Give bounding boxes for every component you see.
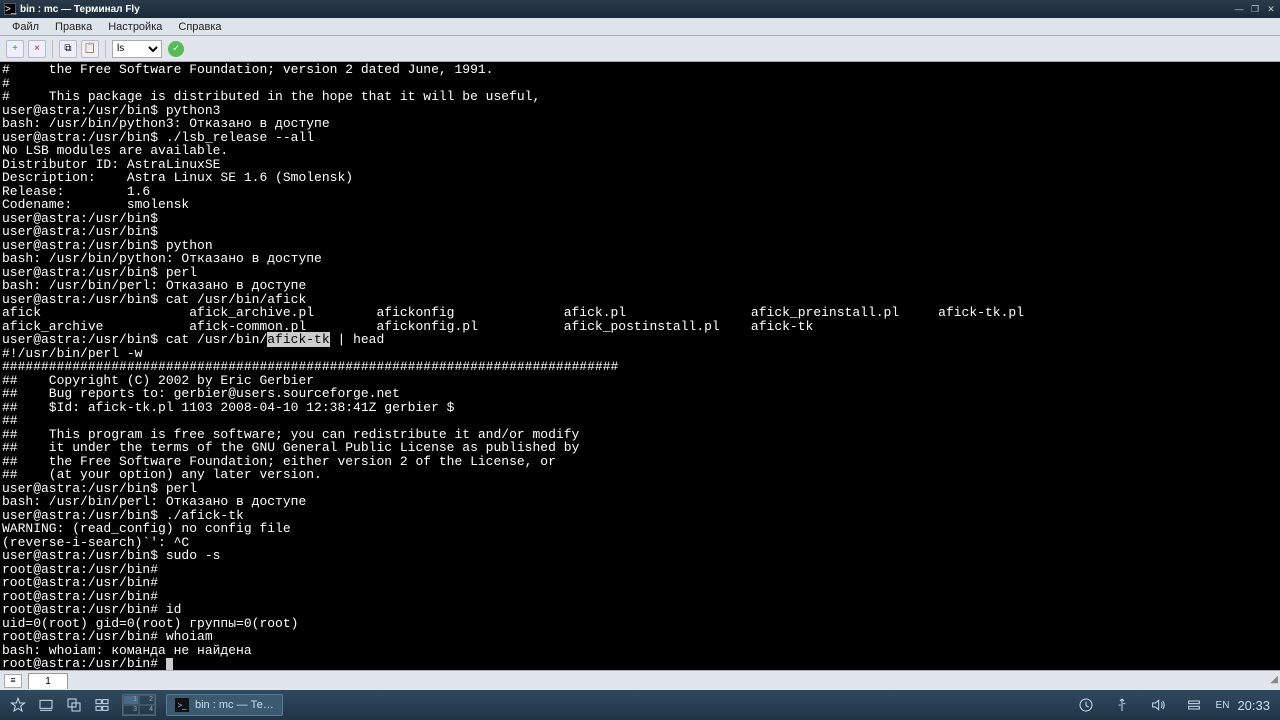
menu-help[interactable]: Справка <box>170 19 229 35</box>
clock[interactable]: 20:33 <box>1237 698 1270 713</box>
terminal-line: ## $Id: afick-tk.pl 1103 2008-04-10 12:3… <box>2 401 1278 415</box>
start-menu-button[interactable] <box>8 695 28 715</box>
terminal-line: root@astra:/usr/bin# <box>2 576 1278 590</box>
cursor <box>166 658 173 670</box>
terminal-line: user@astra:/usr/bin$ ./lsb_release --all <box>2 131 1278 145</box>
window-titlebar: >_ bin : mc — Терминал Fly — ❐ ✕ <box>0 0 1280 18</box>
terminal-line: user@astra:/usr/bin$ <box>2 212 1278 226</box>
terminal-line: Release: 1.6 <box>2 185 1278 199</box>
usb-icon[interactable] <box>1112 695 1132 715</box>
terminal-line: ## (at your option) any later version. <box>2 468 1278 482</box>
terminal-line: # <box>2 77 1278 91</box>
terminal-line: root@astra:/usr/bin# <box>2 590 1278 604</box>
new-connection-button[interactable]: + <box>6 40 24 58</box>
run-button[interactable]: ✓ <box>168 41 184 57</box>
terminal-line: user@astra:/usr/bin$ perl <box>2 482 1278 496</box>
terminal-output[interactable]: # the Free Software Foundation; version … <box>0 62 1280 670</box>
terminal-tab-1[interactable]: 1 <box>28 673 68 689</box>
workspace-2[interactable]: 2 <box>139 695 155 705</box>
terminal-line: Distributor ID: AstraLinuxSE <box>2 158 1278 172</box>
statusbar: ≡ 1 ◢ <box>0 670 1280 690</box>
resize-grip-icon: ◢ <box>1264 674 1278 688</box>
terminal-line: Description: Astra Linux SE 1.6 (Smolens… <box>2 171 1278 185</box>
toolbar: + × ⧉ 📋 ls ✓ <box>0 36 1280 62</box>
menu-settings[interactable]: Настройка <box>100 19 170 35</box>
menu-file[interactable]: Файл <box>4 19 47 35</box>
workspace-3[interactable]: 3 <box>123 705 139 715</box>
terminal-line: user@astra:/usr/bin$ perl <box>2 266 1278 280</box>
terminal-line: root@astra:/usr/bin# whoiam <box>2 630 1278 644</box>
terminal-line: bash: /usr/bin/python: Отказано в доступ… <box>2 252 1278 266</box>
terminal-line: root@astra:/usr/bin# <box>2 563 1278 577</box>
terminal-line: #!/usr/bin/perl -w <box>2 347 1278 361</box>
terminal-line: Codename: smolensk <box>2 198 1278 212</box>
terminal-line: bash: /usr/bin/perl: Отказано в доступе <box>2 495 1278 509</box>
terminal-line: # the Free Software Foundation; version … <box>2 63 1278 77</box>
terminal-line: No LSB modules are available. <box>2 144 1278 158</box>
toolbar-separator <box>105 40 106 58</box>
workspace-1[interactable]: 1 <box>123 695 139 705</box>
window-icon: >_ <box>4 3 16 15</box>
terminal-line: user@astra:/usr/bin$ sudo -s <box>2 549 1278 563</box>
paste-button[interactable]: 📋 <box>81 40 99 58</box>
show-desktop-button[interactable] <box>36 695 56 715</box>
system-tray: EN 20:33 <box>1072 695 1270 715</box>
maximize-button[interactable]: ❐ <box>1250 4 1260 14</box>
copy-button[interactable]: ⧉ <box>59 40 77 58</box>
terminal-line: ## Bug reports to: gerbier@users.sourcef… <box>2 387 1278 401</box>
taskbar-task-terminal[interactable]: >_ bin : mc — Те… <box>166 694 283 716</box>
terminal-line: afick_archive afick-common.pl afickonfig… <box>2 320 1278 334</box>
terminal-line: user@astra:/usr/bin$ ./afick-tk <box>2 509 1278 523</box>
network-icon[interactable] <box>1184 695 1204 715</box>
terminal-icon: >_ <box>175 698 189 712</box>
highlighted-text: afick-tk <box>267 332 329 347</box>
terminal-line: user@astra:/usr/bin$ cat /usr/bin/afick <box>2 293 1278 307</box>
terminal-line: ## it under the terms of the GNU General… <box>2 441 1278 455</box>
volume-icon[interactable] <box>1148 695 1168 715</box>
window-title: bin : mc — Терминал Fly <box>20 4 1234 15</box>
menubar: Файл Правка Настройка Справка <box>0 18 1280 36</box>
workspace-pager[interactable]: 1 2 3 4 <box>122 694 156 716</box>
terminal-line: ## Copyright (C) 2002 by Eric Gerbier <box>2 374 1278 388</box>
terminal-line: user@astra:/usr/bin$ <box>2 225 1278 239</box>
minimize-button[interactable]: — <box>1234 4 1244 14</box>
close-button[interactable]: ✕ <box>1266 4 1276 14</box>
terminal-line: ## <box>2 414 1278 428</box>
terminal-line: bash: /usr/bin/perl: Отказано в доступе <box>2 279 1278 293</box>
command-select[interactable]: ls <box>112 40 162 58</box>
menu-edit[interactable]: Правка <box>47 19 100 35</box>
terminal-line: root@astra:/usr/bin# <box>2 657 1278 670</box>
terminal-line: (reverse-i-search)`': ^C <box>2 536 1278 550</box>
keyboard-layout-indicator[interactable]: EN <box>1216 700 1230 711</box>
workspace-4[interactable]: 4 <box>139 705 155 715</box>
terminal-line: ## the Free Software Foundation; either … <box>2 455 1278 469</box>
terminal-line: # This package is distributed in the hop… <box>2 90 1278 104</box>
terminal-line: user@astra:/usr/bin$ cat /usr/bin/afick-… <box>2 333 1278 347</box>
terminal-line: user@astra:/usr/bin$ python <box>2 239 1278 253</box>
file-manager-button[interactable] <box>92 695 112 715</box>
terminal-line: root@astra:/usr/bin# id <box>2 603 1278 617</box>
taskbar-task-label: bin : mc — Те… <box>195 699 274 711</box>
toolbar-separator <box>52 40 53 58</box>
terminal-line: ########################################… <box>2 360 1278 374</box>
terminal-line: uid=0(root) gid=0(root) группы=0(root) <box>2 617 1278 631</box>
terminal-line: user@astra:/usr/bin$ python3 <box>2 104 1278 118</box>
disconnect-button[interactable]: × <box>28 40 46 58</box>
window-switcher-button[interactable] <box>64 695 84 715</box>
terminal-line: bash: whoiam: команда не найдена <box>2 644 1278 658</box>
terminal-line: bash: /usr/bin/python3: Отказано в досту… <box>2 117 1278 131</box>
terminal-line: ## This program is free software; you ca… <box>2 428 1278 442</box>
status-indicator-icon: ≡ <box>4 674 22 688</box>
terminal-line: afick afick_archive.pl afickonfig afick.… <box>2 306 1278 320</box>
taskbar: 1 2 3 4 >_ bin : mc — Те… EN 20:33 <box>0 690 1280 720</box>
terminal-line: WARNING: (read_config) no config file <box>2 522 1278 536</box>
updates-icon[interactable] <box>1076 695 1096 715</box>
